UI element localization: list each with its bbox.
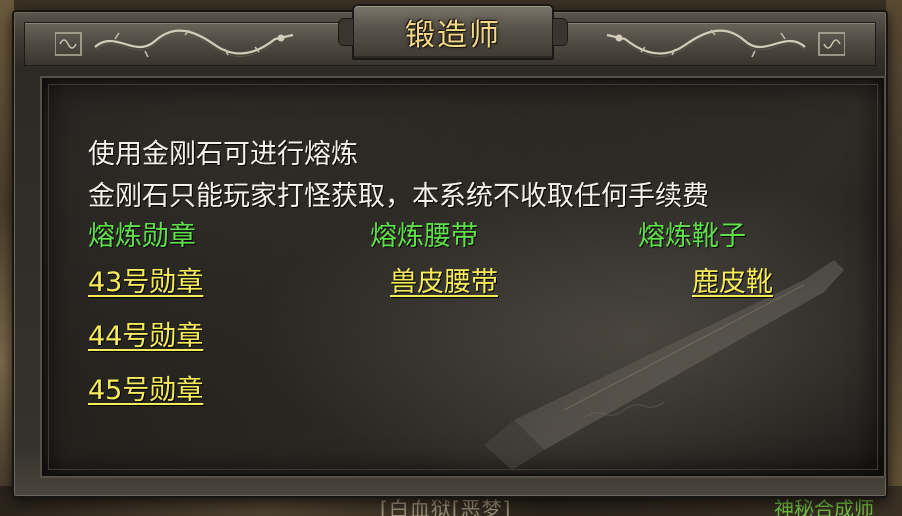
- dialog-title-plate: 锻造师: [338, 4, 568, 60]
- category-medal: 熔炼勋章: [88, 221, 196, 252]
- category-boots: 熔炼靴子: [638, 221, 746, 252]
- dialog-title: 锻造师: [405, 18, 501, 53]
- medal-45-link[interactable]: 45号勋章: [88, 368, 203, 407]
- medal-43-link[interactable]: 43号勋章: [88, 260, 203, 299]
- dragon-ornament-icon: [606, 29, 845, 58]
- background-right: [886, 0, 902, 516]
- deer-hide-boots-link[interactable]: 鹿皮靴: [692, 260, 773, 299]
- medal-44-link[interactable]: 44号勋章: [88, 314, 203, 353]
- category-belt: 熔炼腰带: [370, 221, 478, 252]
- intro-line-2: 金刚石只能玩家打怪获取，本系统不收取任何手续费: [88, 181, 709, 212]
- dragon-ornament-icon: [55, 29, 294, 58]
- forge-dialog: 锻造师 使用金刚石可进行熔炼 金刚石只能玩家打怪获取，本系统不收取任何手续费 熔…: [12, 4, 888, 498]
- intro-line-1: 使用金刚石可进行熔炼: [88, 139, 358, 170]
- dialog-content: 使用金刚石可进行熔炼 金刚石只能玩家打怪获取，本系统不收取任何手续费 熔炼勋章 …: [42, 78, 884, 476]
- beast-hide-belt-link[interactable]: 兽皮腰带: [390, 260, 498, 299]
- game-scene: [白血狱[恶梦] 神秘合成师 锻造师 使用金刚石可进行熔炼 金刚石只能玩家打怪获…: [0, 0, 902, 516]
